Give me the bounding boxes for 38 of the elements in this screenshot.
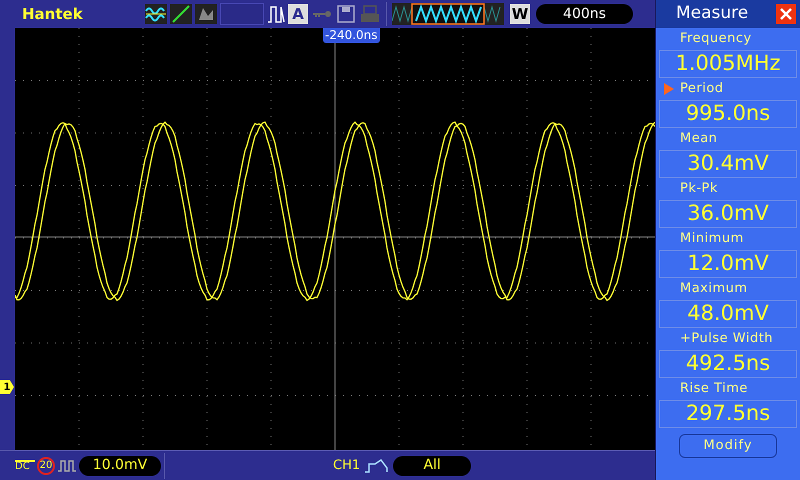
empty-slot — [220, 3, 264, 25]
measure-value: 297.5ns — [659, 400, 797, 428]
save-icon[interactable] — [336, 4, 356, 24]
measure-label[interactable]: Period — [680, 79, 724, 99]
auto-label[interactable]: A — [288, 4, 308, 24]
measure-label[interactable]: Pk-Pk — [680, 179, 718, 199]
waveform-icon[interactable] — [145, 4, 167, 24]
channel-marker: 1 — [0, 380, 14, 394]
measure-label[interactable]: Minimum — [680, 229, 744, 249]
measure-value: 1.005MHz — [659, 50, 797, 78]
window-label[interactable]: W — [510, 4, 530, 24]
volts-per-div-readout: 10.0mV — [79, 456, 161, 476]
measure-value: 995.0ns — [659, 100, 797, 128]
panel-title: Measure — [676, 2, 748, 26]
trigger-position-label: -240.0ns — [323, 28, 380, 43]
coupling-label: DC — [15, 460, 35, 472]
measure-value: 30.4mV — [659, 150, 797, 178]
measure-label[interactable]: Mean — [680, 129, 718, 149]
close-icon[interactable] — [776, 4, 796, 24]
trigger-mode-readout: All — [393, 456, 472, 476]
waveform-overview-icon[interactable] — [392, 3, 504, 25]
measure-value: 36.0mV — [659, 200, 797, 228]
brand-logo: Hantek — [22, 4, 84, 25]
measure-value: 12.0mV — [659, 250, 797, 278]
trigger-source-label: CH1 — [333, 456, 360, 475]
persistence-icon[interactable] — [195, 4, 217, 24]
measure-value: 492.5ns — [659, 350, 797, 378]
measure-value: 48.0mV — [659, 300, 797, 328]
line-icon[interactable] — [170, 4, 192, 24]
measure-label[interactable]: Rise Time — [680, 379, 748, 399]
measure-label[interactable]: Maximum — [680, 279, 748, 299]
timebase-readout: 400ns — [536, 4, 633, 24]
pulse-icon — [57, 458, 77, 472]
pulse-icon[interactable] — [267, 4, 285, 24]
measure-label[interactable]: Frequency — [680, 29, 752, 49]
modify-button[interactable]: Modify — [679, 434, 777, 458]
measure-label[interactable]: +Pulse Width — [680, 329, 774, 349]
bandwidth-limit-label: 20 — [37, 456, 55, 474]
